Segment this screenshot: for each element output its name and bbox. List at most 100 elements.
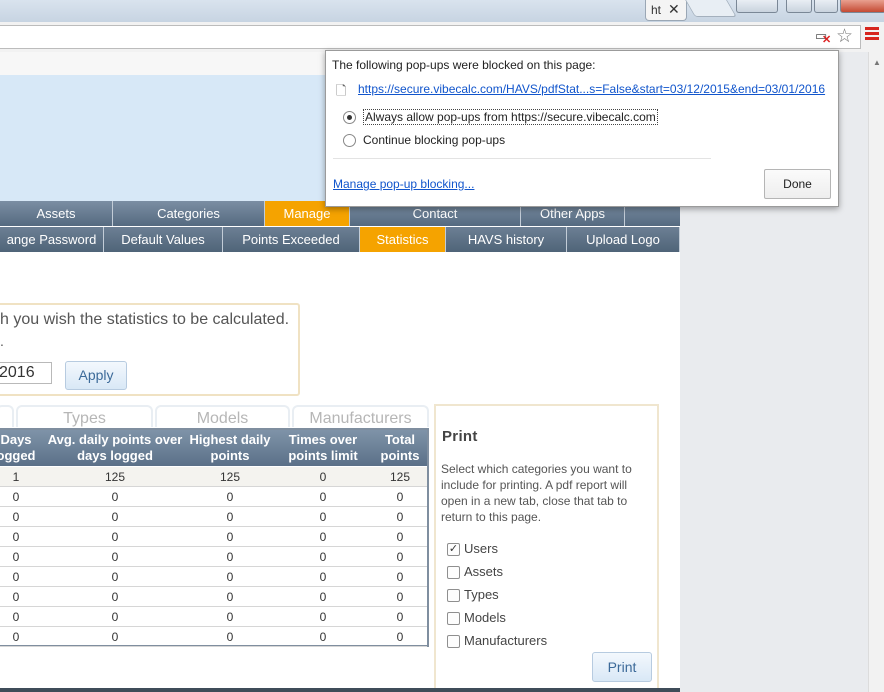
subnav-statistics[interactable]: Statistics bbox=[360, 227, 446, 252]
table-cell: 0 bbox=[396, 530, 404, 544]
types-checkbox-label[interactable]: Types bbox=[464, 587, 499, 602]
subnav-change-password[interactable]: ange Password bbox=[0, 227, 104, 252]
block-popups-radio[interactable] bbox=[343, 134, 356, 147]
table-cell: 0 bbox=[396, 550, 404, 564]
table-cell: 0 bbox=[396, 490, 404, 504]
block-popups-label[interactable]: Continue blocking pop-ups bbox=[363, 133, 505, 147]
table-row: 0 0 0 0 0 bbox=[0, 487, 427, 507]
popup-blocked-message: The following pop-ups were blocked on th… bbox=[332, 58, 596, 72]
col-days-logged[interactable]: Days ogged bbox=[0, 432, 42, 464]
window-close-button[interactable] bbox=[840, 0, 884, 13]
table-cell: 0 bbox=[396, 590, 404, 604]
print-title: Print bbox=[442, 428, 478, 445]
table-cell: 0 bbox=[319, 570, 327, 584]
minimize-button[interactable] bbox=[736, 0, 778, 13]
models-checkbox-label[interactable]: Models bbox=[464, 610, 506, 625]
table-cell: 0 bbox=[111, 630, 119, 644]
apply-button[interactable]: Apply bbox=[65, 361, 127, 390]
models-checkbox[interactable] bbox=[447, 612, 460, 625]
window-titlebar: ht ✕ bbox=[0, 0, 884, 22]
allow-popups-radio[interactable] bbox=[343, 111, 356, 124]
col-times-over-limit[interactable]: Times over points limit bbox=[278, 432, 368, 464]
table-cell: 0 bbox=[12, 630, 20, 644]
vertical-scrollbar[interactable] bbox=[868, 52, 884, 692]
table-cell: 0 bbox=[226, 550, 234, 564]
table-cell: 0 bbox=[111, 570, 119, 584]
window-maximize-button[interactable] bbox=[814, 0, 838, 13]
table-cell: 125 bbox=[389, 470, 411, 484]
table-cell: 0 bbox=[319, 630, 327, 644]
print-description: Select which categories you want to incl… bbox=[441, 462, 632, 524]
subnav-upload-logo[interactable]: Upload Logo bbox=[567, 227, 680, 252]
table-cell: 0 bbox=[12, 610, 20, 624]
table-cell: 0 bbox=[226, 530, 234, 544]
table-cell: 0 bbox=[111, 490, 119, 504]
print-button[interactable]: Print bbox=[592, 652, 652, 682]
table-cell: 0 bbox=[12, 490, 20, 504]
table-row: 0 0 0 0 0 bbox=[0, 527, 427, 547]
table-cell: 0 bbox=[396, 510, 404, 524]
assets-checkbox-label[interactable]: Assets bbox=[464, 564, 503, 579]
tab-users[interactable] bbox=[0, 405, 14, 427]
page-footer-strip bbox=[0, 688, 680, 692]
nav-assets[interactable]: Assets bbox=[0, 201, 113, 226]
browser-tab[interactable]: ht ✕ bbox=[645, 0, 687, 21]
table-cell: 125 bbox=[219, 470, 241, 484]
tab-manufacturers[interactable]: Manufacturers bbox=[292, 405, 429, 427]
types-checkbox[interactable] bbox=[447, 589, 460, 602]
table-cell: 0 bbox=[226, 610, 234, 624]
subnav-default-values[interactable]: Default Values bbox=[104, 227, 223, 252]
col-avg-daily-points[interactable]: Avg. daily points over days logged bbox=[44, 432, 186, 464]
assets-checkbox[interactable] bbox=[447, 566, 460, 579]
end-date-input[interactable]: 2016 bbox=[0, 362, 52, 384]
table-cell: 0 bbox=[12, 550, 20, 564]
table-cell: 0 bbox=[111, 610, 119, 624]
table-cell: 0 bbox=[111, 550, 119, 564]
table-cell: 0 bbox=[319, 510, 327, 524]
table-cell: 0 bbox=[319, 590, 327, 604]
tab-models[interactable]: Models bbox=[155, 405, 290, 427]
chrome-menu-icon[interactable] bbox=[865, 27, 879, 42]
table-cell: 0 bbox=[111, 530, 119, 544]
date-range-prompt: h you wish the statistics to be calculat… bbox=[0, 311, 290, 328]
bookmark-star-icon[interactable]: ☆ bbox=[836, 25, 853, 48]
table-row: 0 0 0 0 0 bbox=[0, 507, 427, 527]
table-cell: 0 bbox=[12, 570, 20, 584]
blocked-popup-link[interactable]: https://secure.vibecalc.com/HAVS/pdfStat… bbox=[358, 82, 825, 96]
bubble-divider bbox=[333, 158, 711, 159]
tab-types[interactable]: Types bbox=[16, 405, 153, 427]
done-button[interactable]: Done bbox=[764, 169, 831, 199]
col-total-points[interactable]: Total points bbox=[374, 432, 426, 464]
table-cell: 0 bbox=[396, 610, 404, 624]
table-row: 0 0 0 0 0 bbox=[0, 547, 427, 567]
allow-popups-label[interactable]: Always allow pop-ups from https://secure… bbox=[363, 109, 658, 125]
scroll-up-arrow-icon[interactable]: ▲ bbox=[873, 58, 881, 67]
popup-blocked-icon[interactable]: ▭ ✕ bbox=[815, 29, 831, 47]
tab-close-icon[interactable]: ✕ bbox=[668, 1, 680, 18]
address-bar[interactable] bbox=[0, 25, 861, 49]
sub-nav: ange Password Default Values Points Exce… bbox=[0, 227, 680, 252]
table-cell: 0 bbox=[226, 510, 234, 524]
new-tab-button[interactable] bbox=[685, 0, 737, 17]
table-cell: 0 bbox=[319, 490, 327, 504]
table-row: 0 0 0 0 0 bbox=[0, 607, 427, 627]
date-range-note: . bbox=[0, 333, 4, 349]
table-header: Days ogged Avg. daily points over days log… bbox=[0, 430, 427, 466]
window-restore-button[interactable] bbox=[786, 0, 812, 13]
manage-popup-blocking-link[interactable]: Manage pop-up blocking... bbox=[333, 177, 474, 191]
table-cell: 0 bbox=[226, 630, 234, 644]
subnav-points-exceeded[interactable]: Points Exceeded bbox=[223, 227, 360, 252]
table-cell: 0 bbox=[111, 510, 119, 524]
manufacturers-checkbox[interactable] bbox=[447, 635, 460, 648]
table-cell: 0 bbox=[319, 550, 327, 564]
table-row: 0 0 0 0 0 bbox=[0, 627, 427, 647]
col-highest-daily-points[interactable]: Highest daily points bbox=[186, 432, 274, 464]
users-checkbox-label[interactable]: Users bbox=[464, 541, 498, 556]
subnav-havs-history[interactable]: HAVS history bbox=[446, 227, 567, 252]
table-row: 0 0 0 0 0 bbox=[0, 567, 427, 587]
table-cell: 0 bbox=[226, 490, 234, 504]
table-cell: 0 bbox=[111, 590, 119, 604]
manufacturers-checkbox-label[interactable]: Manufacturers bbox=[464, 633, 547, 648]
users-checkbox[interactable]: ✓ bbox=[447, 543, 460, 556]
nav-categories[interactable]: Categories bbox=[113, 201, 265, 226]
